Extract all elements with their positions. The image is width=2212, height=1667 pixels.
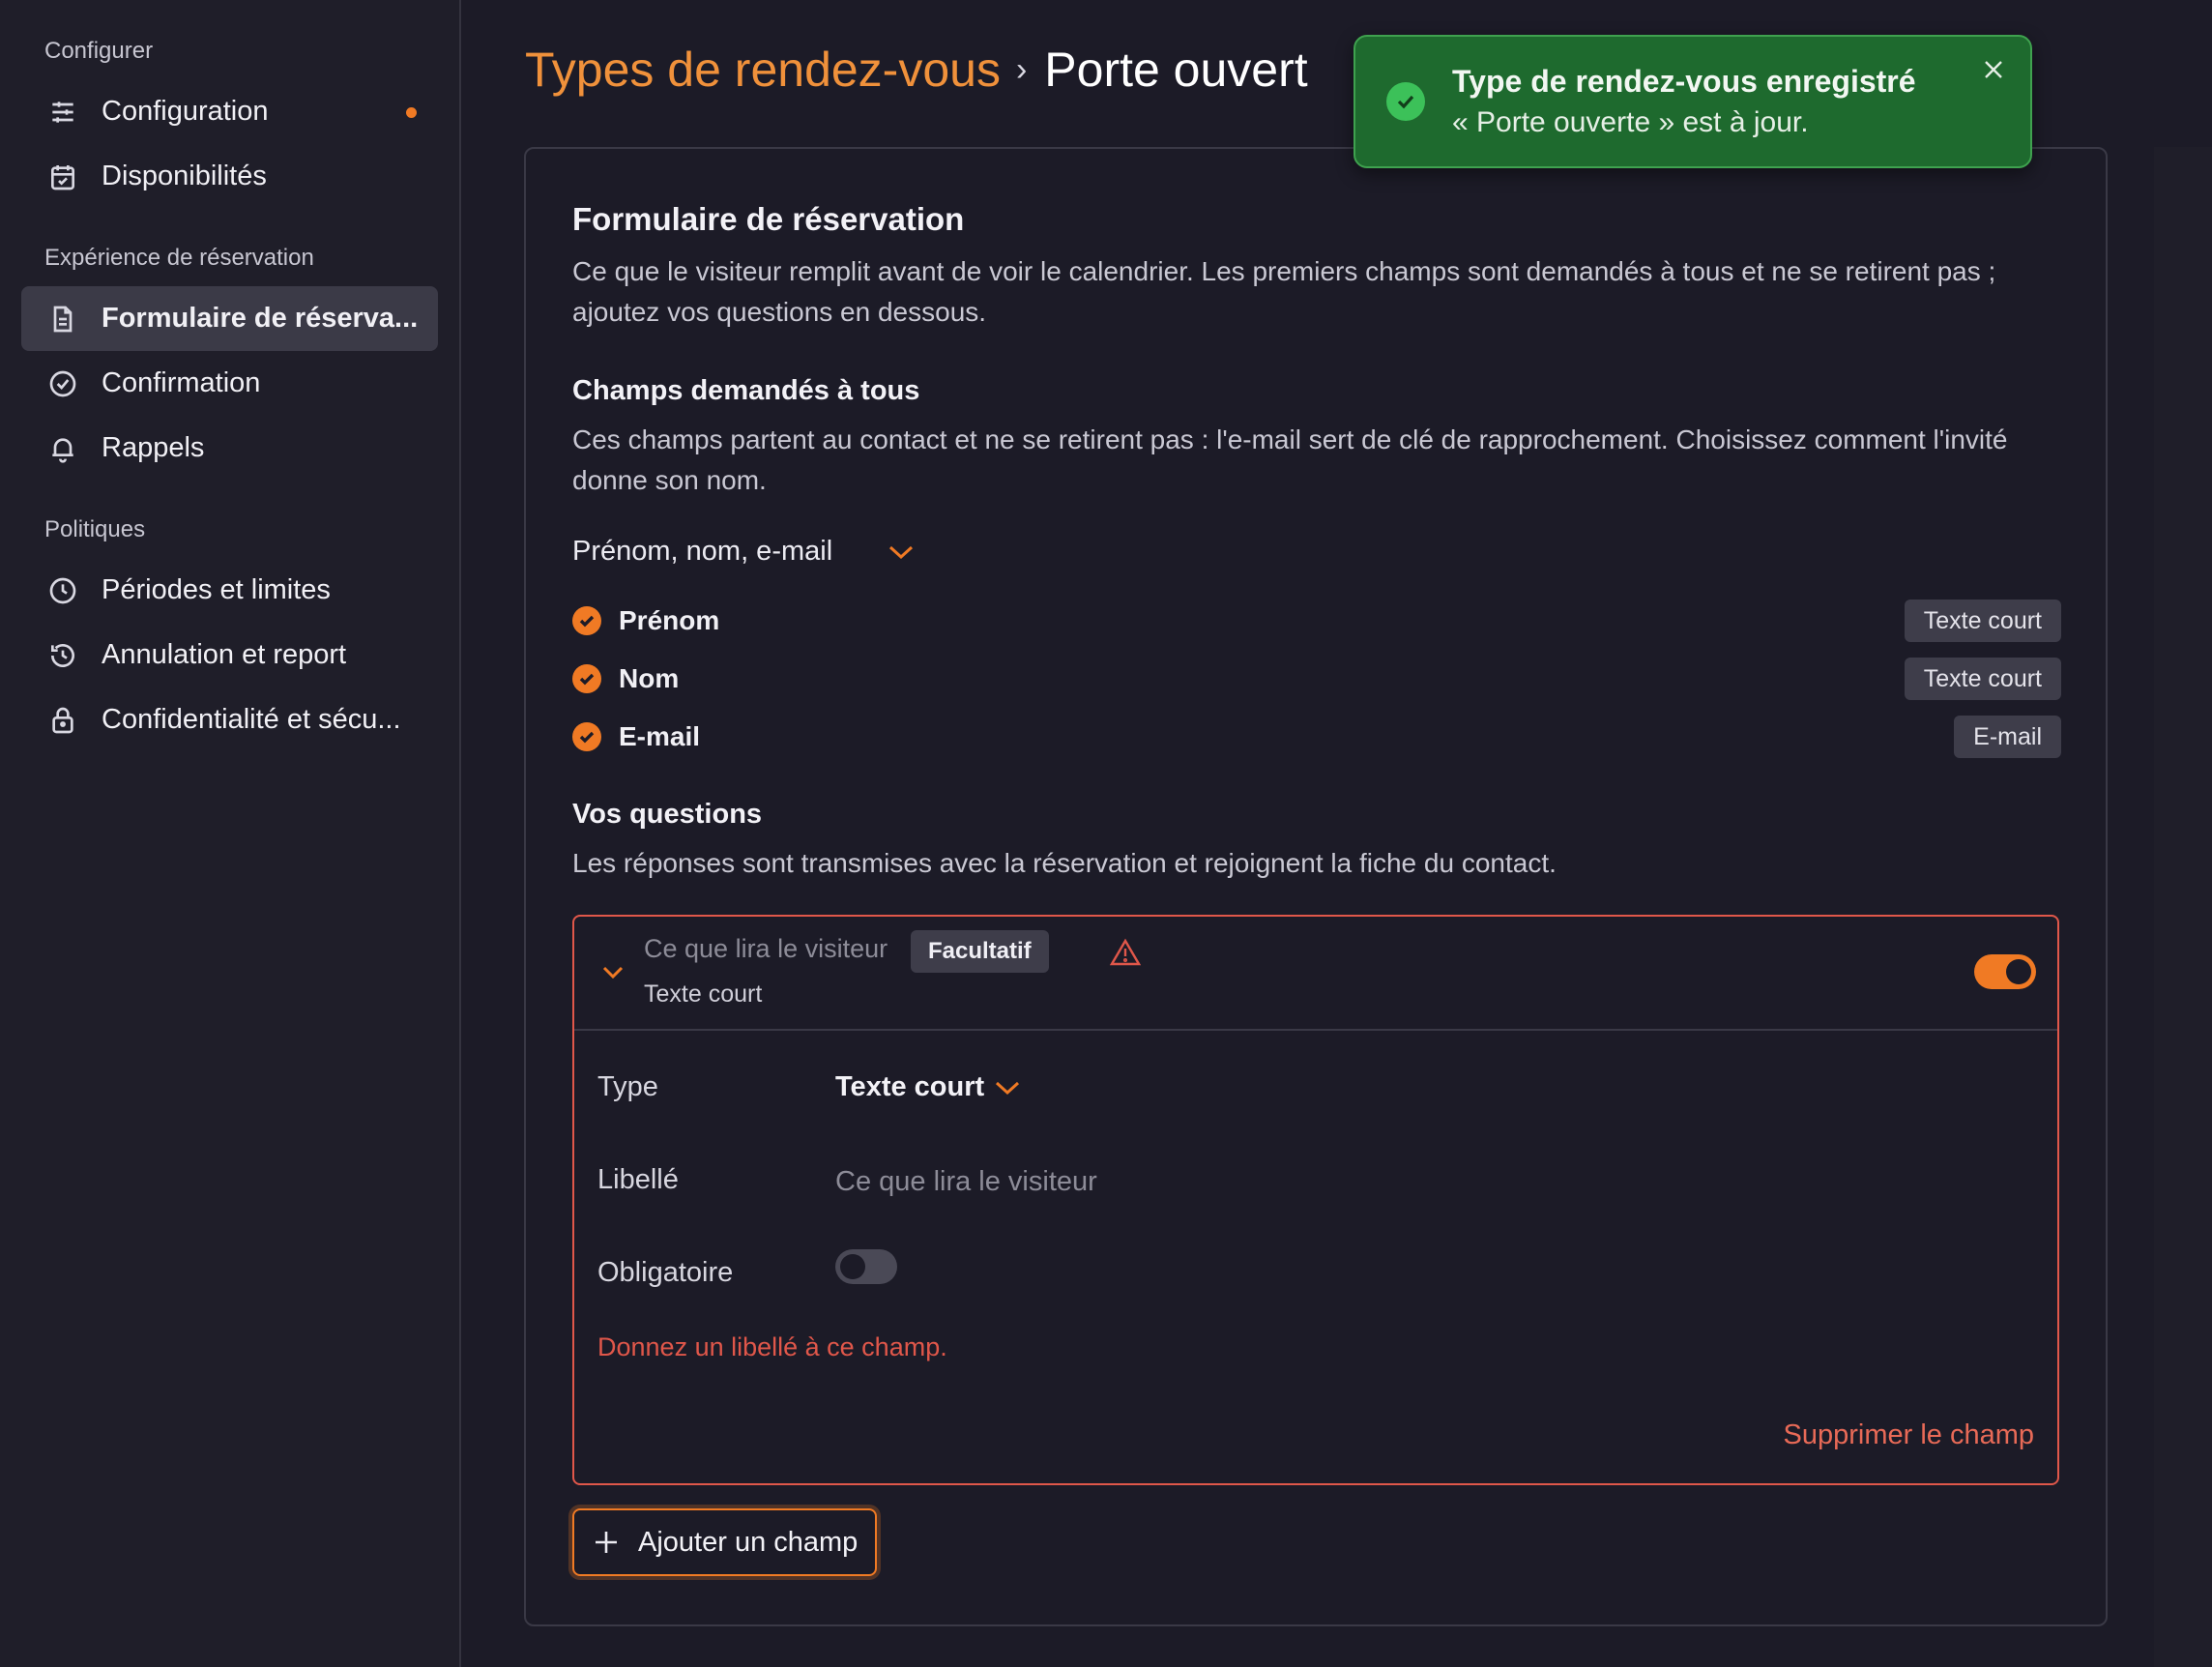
sidebar-item-label: Formulaire de réserva... [102,303,419,334]
sidebar-item-label: Configuration [102,96,269,127]
libelle-label: Libellé [597,1164,679,1195]
notification-dot [406,107,417,118]
chevron-down-icon [889,545,914,559]
close-icon[interactable] [1976,52,2011,87]
required-label: Obligatoire [597,1257,734,1288]
section-label-experience: Expérience de réservation [44,245,314,271]
breadcrumb-separator: › [1015,50,1028,88]
calendar-check-icon [45,160,80,194]
sidebar-item-configuration[interactable]: Configuration [21,79,438,144]
sidebar-item-label: Confidentialité et sécu... [102,704,401,735]
clock-icon [45,573,80,608]
sidebar-item-formulaire[interactable]: Formulaire de réserva... [21,286,438,351]
type-select-value: Texte court [835,1071,985,1102]
sidebar-item-label: Rappels [102,432,205,463]
check-icon [572,606,601,635]
warning-icon [1109,938,1142,967]
bell-icon [45,431,80,466]
sidebar-item-disponibilites[interactable]: Disponibilités [21,144,438,209]
question-enabled-toggle[interactable] [1974,954,2036,989]
type-label: Type [597,1071,658,1102]
required-toggle[interactable] [835,1249,897,1284]
question-type-summary: Texte court [644,980,763,1008]
document-icon [45,302,80,336]
breadcrumb: Types de rendez-vous › Porte ouvert [525,39,1308,101]
type-select[interactable]: Texte court [835,1071,1021,1103]
questions-title: Vos questions [572,799,763,830]
success-toast: Type de rendez-vous enregistré « Porte o… [1353,35,2032,168]
check-circle-icon [1386,82,1425,121]
add-field-button[interactable]: Ajouter un champ [572,1508,878,1576]
name-mode-value: Prénom, nom, e-mail [572,536,833,567]
libelle-input[interactable] [835,1160,1512,1203]
required-field-row: Nom Texte court [572,658,2061,700]
chevron-down-icon[interactable] [601,965,625,980]
sidebar-item-confirmation[interactable]: Confirmation [21,351,438,416]
field-name: E-mail [619,721,701,751]
toast-message: « Porte ouverte » est à jour. [1452,106,1809,138]
optional-badge: Facultatif [911,930,1049,973]
chevron-down-icon [996,1081,1020,1095]
sidebar-item-rappels[interactable]: Rappels [21,416,438,481]
delete-field-button[interactable]: Supprimer le champ [1784,1419,2035,1451]
sidebar-item-label: Périodes et limites [102,574,331,605]
check-icon [572,664,601,693]
check-icon [572,722,601,751]
section-title: Formulaire de réservation [572,201,965,237]
required-fields-title: Champs demandés à tous [572,375,920,406]
plus-icon [596,1532,617,1553]
validation-error: Donnez un libellé à ce champ. [597,1332,947,1361]
field-type-tag: E-mail [1954,716,2061,758]
field-name: Nom [619,663,680,693]
sidebar-item-label: Confirmation [102,367,261,398]
required-field-row: E-mail E-mail [572,716,2061,758]
breadcrumb-parent-link[interactable]: Types de rendez-vous [525,42,1001,98]
sidebar-item-confidentialite[interactable]: Confidentialité et sécu... [21,687,438,752]
sidebar-item-label: Annulation et report [102,639,347,670]
question-header[interactable]: Ce que lira le visiteur Facultatif Texte… [574,917,2057,1031]
check-circle-icon [45,366,80,401]
toast-title: Type de rendez-vous enregistré [1452,64,1916,99]
questions-description: Les réponses sont transmises avec la rés… [572,848,1557,878]
required-fields-description: Ces champs partent au contact et ne se r… [572,424,2008,495]
booking-form-card: Formulaire de réservation Ce que le visi… [524,147,2108,1626]
section-description: Ce que le visiteur remplit avant de voir… [572,256,1996,327]
name-mode-select[interactable]: Prénom, nom, e-mail [572,536,916,568]
section-label-configurer: Configurer [44,38,154,64]
toggle-knob [2006,959,2031,984]
lock-icon [45,703,80,738]
add-field-label: Ajouter un champ [638,1526,859,1558]
question-card: Ce que lira le visiteur Facultatif Texte… [572,915,2059,1485]
field-name: Prénom [619,605,720,635]
field-type-tag: Texte court [1904,600,2061,642]
sidebar-item-periodes[interactable]: Périodes et limites [21,558,438,623]
required-field-row: Prénom Texte court [572,600,2061,642]
sidebar: Configurer Configuration Disponibilités … [0,0,461,1667]
sidebar-item-label: Disponibilités [102,161,267,191]
right-panel-edge [2154,147,2212,1667]
sliders-icon [45,95,80,130]
libelle-field-wrapper [835,1160,1512,1203]
history-icon [45,638,80,673]
page-title: Porte ouvert [1044,43,1308,97]
sidebar-item-annulation[interactable]: Annulation et report [21,623,438,687]
toggle-knob [840,1254,865,1279]
question-label-placeholder: Ce que lira le visiteur [644,934,888,963]
field-type-tag: Texte court [1904,658,2061,700]
section-label-politiques: Politiques [44,516,146,542]
